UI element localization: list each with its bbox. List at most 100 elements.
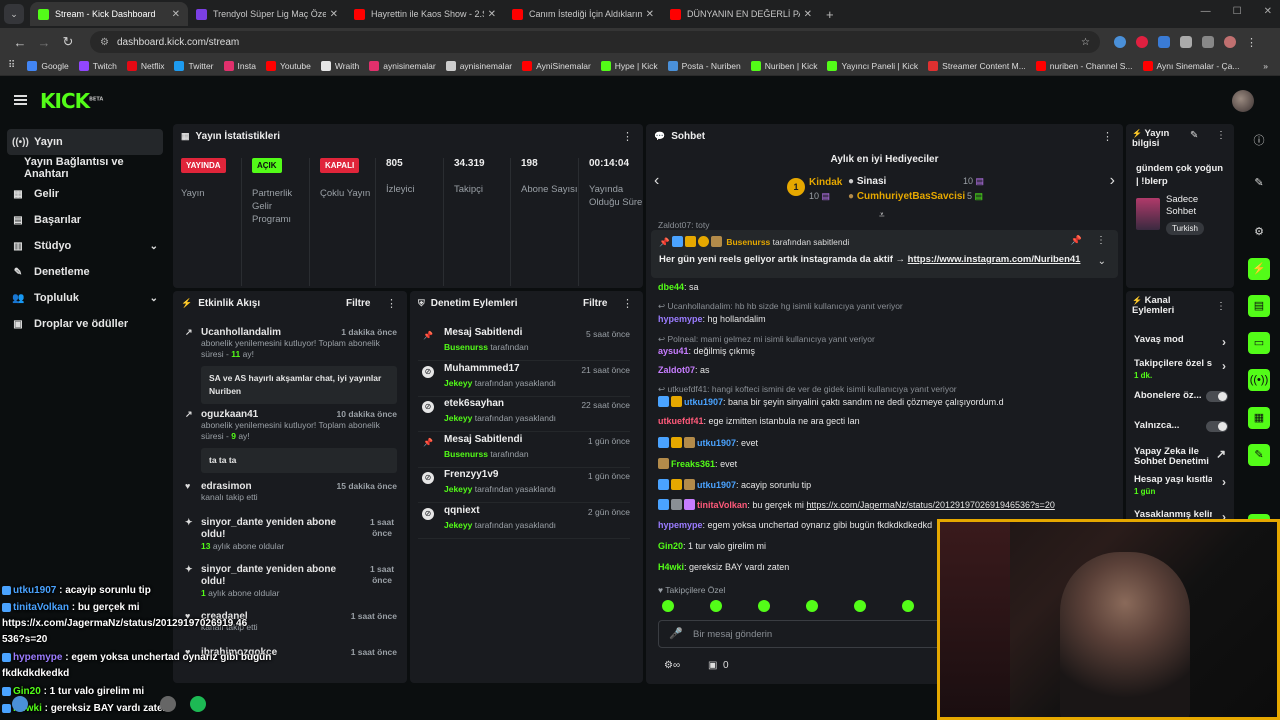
unpin-icon[interactable]: 📌 [1071, 235, 1082, 246]
site-info-icon[interactable]: ⚙ [100, 37, 109, 48]
apps-icon[interactable]: ⠿ [8, 60, 15, 71]
moderation-filter-button[interactable]: Filtre [583, 298, 607, 309]
mic-icon[interactable]: 🎤 [669, 627, 683, 640]
tag-badge[interactable]: Turkish [1166, 222, 1204, 235]
channel-action-item[interactable]: Abonelere öz... [1134, 391, 1228, 402]
chat-settings-icon[interactable]: ⚙∞ [664, 660, 680, 671]
chat-username[interactable]: tinitaVolkan [697, 500, 747, 510]
channel-action-item[interactable]: Hesap yaşı kısıtla 1 gün › [1134, 475, 1226, 496]
bolt-icon[interactable]: ⚡ [1248, 258, 1270, 280]
more-options-icon[interactable]: ⋮ [622, 297, 633, 310]
activity-name[interactable]: sinyor_dante yeniden abone oldu! [201, 564, 351, 588]
close-tab-icon[interactable]: ✕ [488, 9, 496, 20]
bookmark-item[interactable]: aynisinemalar [445, 60, 512, 71]
collapse-icon[interactable]: ⩡ [879, 210, 885, 221]
gifter-name[interactable]: Sinasi [857, 176, 886, 187]
chat-link[interactable]: https://x.com/JagermaNz/status/201291970… [806, 500, 1054, 510]
sidebar-item[interactable]: Yayın Bağlantısı ve Anahtarı [0, 155, 170, 181]
bookmark-item[interactable]: AyniSinemalar [522, 60, 591, 71]
chat-username[interactable]: Zaldot07 [658, 365, 695, 375]
moderator-name[interactable]: Busenurss [444, 449, 488, 459]
channel-action-item[interactable]: Yavaş mod › [1134, 335, 1226, 349]
chat-username[interactable]: utkuefdf41 [658, 416, 704, 426]
moderation-action[interactable]: Mesaj Sabitlendi [444, 327, 522, 338]
pencil-icon[interactable]: ✎ [1248, 172, 1270, 194]
moderator-name[interactable]: Jekeyy [444, 484, 472, 494]
channel-action-item[interactable]: Yalnızca... [1134, 421, 1228, 432]
moderator-name[interactable]: Jekeyy [444, 378, 472, 388]
more-options-icon[interactable]: ⋮ [1216, 130, 1226, 141]
browser-tab[interactable]: Stream - Kick Dashboard ✕ [30, 2, 188, 26]
emote-icon[interactable] [710, 600, 722, 612]
emote-icon[interactable] [902, 600, 914, 612]
bookmark-item[interactable]: Netflix [126, 60, 164, 71]
chat-username[interactable]: utku1907 [697, 438, 736, 448]
expand-icon[interactable]: ⌄ [1098, 256, 1106, 267]
chat-username[interactable]: Gin20 [658, 541, 683, 551]
points-display[interactable]: ▣ 0 [708, 660, 729, 671]
bookmark-item[interactable]: aynisinemalar [369, 60, 436, 71]
gifter-name[interactable]: CumhuriyetBasSavcisi [857, 191, 965, 202]
channel-action-item[interactable]: Takipçilere özel s 1 dk. › [1134, 359, 1226, 380]
emote-icon[interactable] [854, 600, 866, 612]
bookmark-item[interactable]: nuriben - Channel S... [1035, 60, 1133, 71]
more-options-icon[interactable]: ⋮ [1096, 235, 1106, 246]
moderator-name[interactable]: Busenurss [444, 342, 488, 352]
close-tab-icon[interactable]: ✕ [804, 9, 812, 20]
sidebar-item[interactable]: ▣ Droplar ve ödüller [0, 311, 170, 337]
emote-icon[interactable] [758, 600, 770, 612]
chat-username[interactable]: Freaks361 [671, 459, 715, 469]
bookmark-item[interactable]: Yayıncı Paneli | Kick [827, 60, 918, 71]
kick-logo[interactable]: KICKBETA [40, 89, 103, 113]
activity-filter-button[interactable]: Filtre [346, 298, 370, 309]
browser-menu-icon[interactable]: ⋮ [1246, 36, 1257, 49]
bookmark-item[interactable]: Youtube [265, 60, 311, 71]
more-options-icon[interactable]: ⋮ [386, 297, 397, 310]
moderator-name[interactable]: Jekeyy [444, 413, 472, 423]
chat-username[interactable]: hypemype [658, 520, 703, 530]
more-options-icon[interactable]: ⋮ [1216, 301, 1226, 312]
notes-icon[interactable]: ▤ [1248, 295, 1270, 317]
activity-name[interactable]: oguzkaan41 [201, 409, 258, 420]
bookmark-item[interactable]: Wraith [320, 60, 359, 71]
bookmark-item[interactable]: Streamer Content M... [928, 60, 1026, 71]
sidebar-item[interactable]: ✎ Denetleme [0, 259, 170, 285]
activity-name[interactable]: Ucanhollandalim [201, 327, 281, 338]
start-icon[interactable] [12, 696, 28, 712]
broadcast-icon[interactable]: ((•)) [1248, 369, 1270, 391]
activity-name[interactable]: edrasimon [201, 481, 252, 492]
chat-username[interactable]: aysu41 [658, 346, 689, 356]
emote-icon[interactable] [662, 600, 674, 612]
taskbar-app-icon[interactable] [160, 696, 176, 712]
chat-icon[interactable]: ▭ [1248, 332, 1270, 354]
sidebar-item[interactable]: ▥ Stüdyo ⌄ [0, 233, 170, 259]
moderation-action[interactable]: Frenzyy1v9 [444, 469, 498, 480]
moderation-action[interactable]: qqniext [444, 505, 480, 516]
media-icon[interactable] [1202, 36, 1214, 48]
sidebar-item[interactable]: ((•)) Yayın [7, 129, 163, 155]
bookmark-item[interactable]: Hype | Kick [600, 60, 658, 71]
more-options-icon[interactable]: ⋮ [1102, 130, 1113, 143]
emote-icon[interactable] [806, 600, 818, 612]
info-icon[interactable]: ⓘ [1248, 130, 1270, 152]
spotify-icon[interactable] [190, 696, 206, 712]
more-bookmarks-icon[interactable]: » [1263, 61, 1268, 71]
chat-username[interactable]: hypemype [658, 314, 703, 324]
moderator-name[interactable]: Jekeyy [444, 520, 472, 530]
reload-icon[interactable]: ↻ [56, 34, 80, 50]
edit-icon[interactable]: ✎ [1190, 130, 1198, 141]
pinned-link[interactable]: https://www.instagram.com/Nuriben41 [908, 254, 1081, 265]
close-tab-icon[interactable]: ✕ [646, 9, 654, 20]
bookmark-item[interactable]: Posta - Nuriben [667, 60, 741, 71]
sidebar-item[interactable]: ▦ Gelir [0, 181, 170, 207]
moderation-action[interactable]: etek6sayhan [444, 398, 504, 409]
moderation-action[interactable]: Mesaj Sabitlendi [444, 434, 522, 445]
sidebar-item[interactable]: 👥 Topluluk ⌄ [0, 285, 170, 311]
minimize-icon[interactable]: — [1201, 6, 1211, 17]
category-name[interactable]: Sadece Sohbet [1166, 194, 1226, 218]
bookmark-star-icon[interactable]: ☆ [1081, 37, 1090, 48]
moderation-action[interactable]: Muhammmed17 [444, 363, 520, 374]
activity-name[interactable]: sinyor_dante yeniden abone oldu! [201, 517, 351, 541]
close-window-icon[interactable]: ✕ [1264, 6, 1272, 17]
browser-tab[interactable]: Canım İstediği İçin Aldıklarım! 1 ✕ [504, 2, 662, 26]
